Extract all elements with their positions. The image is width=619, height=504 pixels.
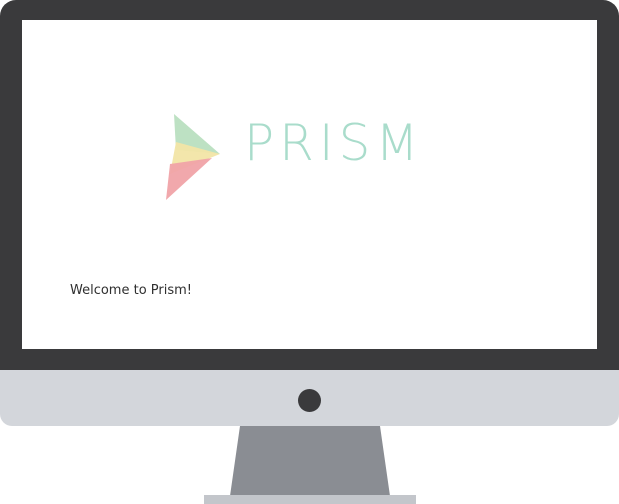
monitor-stand [204,426,416,504]
brand-wordmark: PRISM [244,114,424,172]
welcome-text: Welcome to Prism! [70,283,192,298]
prism-logo: PRISM [164,114,424,200]
monitor-illustration: PRISM Welcome to Prism! [0,0,619,504]
screen: PRISM Welcome to Prism! [22,20,597,349]
prism-logo-icon [166,114,220,200]
camera-dot [298,389,321,412]
